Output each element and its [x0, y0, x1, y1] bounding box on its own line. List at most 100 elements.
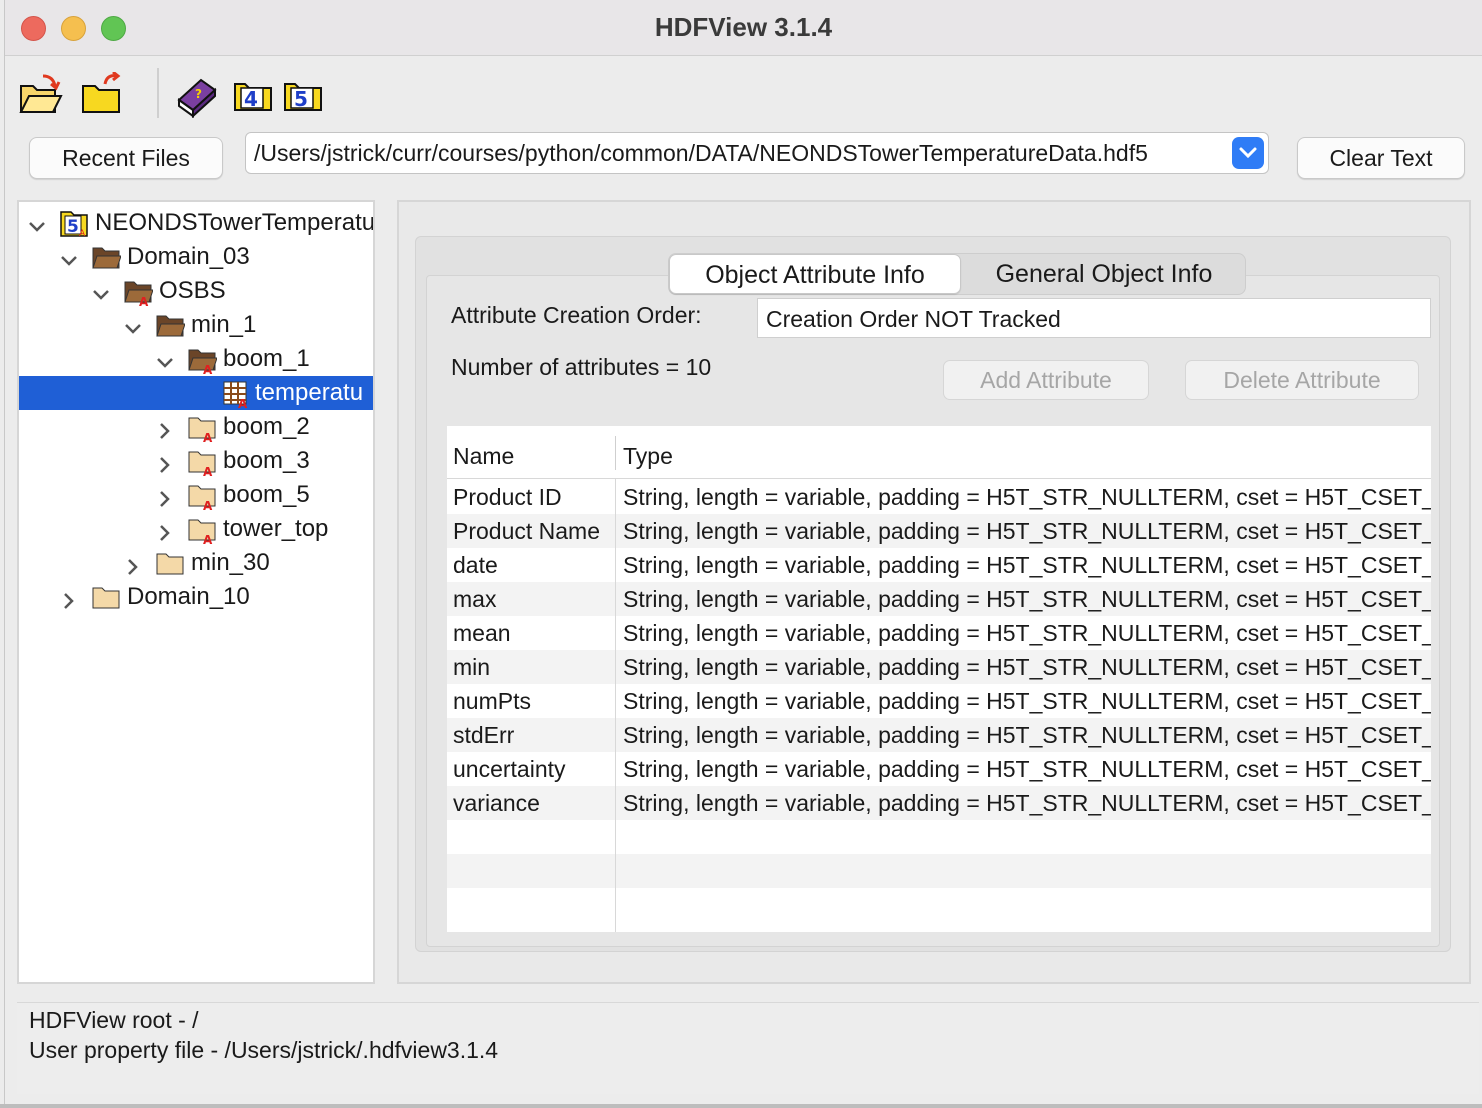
- attribute-table: Name Type Product ID String, length = var…: [447, 426, 1431, 932]
- tree-node-label: min_1: [191, 311, 257, 338]
- clear-text-button[interactable]: Clear Text: [1297, 137, 1465, 179]
- status-line: User property file - /Users/jstrick/.hdf…: [29, 1037, 499, 1063]
- svg-text:A: A: [238, 397, 248, 408]
- empty-row: [447, 854, 1431, 888]
- attribute-count-label: Number of attributes = 10: [451, 354, 712, 380]
- table-row[interactable]: numPts String, length = variable, padding…: [447, 684, 1431, 718]
- hdf5-library-version-icon[interactable]: 5: [281, 72, 327, 118]
- hdfview-window: HDFView 3.1.4 ? 4 5 Recent Files /Users/…: [4, 0, 1482, 1104]
- chevron-right-icon[interactable]: [59, 587, 79, 609]
- toolbar: ? 4 5: [17, 68, 417, 120]
- attribute-type: String, length = variable, padding = H5T…: [623, 688, 1431, 714]
- folder-icon: [91, 584, 121, 610]
- tree-node-boom-5[interactable]: A boom_5: [19, 478, 373, 513]
- table-row[interactable]: variance String, length = variable, paddi…: [447, 786, 1431, 820]
- creation-order-label: Attribute Creation Order:: [451, 302, 702, 328]
- recent-files-button[interactable]: Recent Files: [29, 137, 223, 179]
- svg-text:A: A: [203, 363, 213, 374]
- chevron-down-icon[interactable]: [123, 315, 143, 335]
- tab-container: Attribute Creation Order: Creation Order…: [415, 236, 1451, 952]
- chevron-down-icon[interactable]: [91, 281, 111, 301]
- header-divider: [447, 478, 1431, 479]
- folder-icon: [155, 550, 185, 576]
- tree-node-boom-3[interactable]: A boom_3: [19, 444, 373, 479]
- table-row[interactable]: stdErr String, length = variable, padding…: [447, 718, 1431, 752]
- close-file-icon[interactable]: [79, 70, 125, 118]
- chevron-right-icon[interactable]: [155, 519, 175, 541]
- tree-node-label: boom_3: [223, 447, 310, 474]
- tree-node-boom-1[interactable]: A boom_1: [19, 342, 373, 377]
- folder-attr-icon: A: [187, 414, 217, 445]
- tree-node-domain-03[interactable]: Domain_03: [19, 240, 373, 274]
- object-info-panel: Attribute Creation Order: Creation Order…: [397, 200, 1471, 984]
- tree-node-min-1[interactable]: min_1: [19, 308, 373, 342]
- svg-text:5: 5: [67, 217, 79, 237]
- attribute-name: Product ID: [453, 484, 562, 510]
- svg-text:4: 4: [244, 87, 258, 111]
- chevron-right-icon[interactable]: [155, 485, 175, 507]
- column-header-type[interactable]: Type: [617, 426, 673, 478]
- tree-node-domain-10[interactable]: Domain_10: [19, 580, 373, 614]
- open-file-icon[interactable]: [17, 72, 63, 118]
- toolbar-separator: [157, 68, 159, 118]
- tree-node-boom-2[interactable]: A boom_2: [19, 410, 373, 445]
- chevron-right-icon[interactable]: [123, 553, 143, 575]
- svg-text:?: ?: [195, 87, 202, 101]
- tree-node-label: Domain_10: [127, 583, 250, 610]
- tab-general-object-info[interactable]: General Object Info: [961, 254, 1247, 294]
- svg-text:A: A: [203, 465, 213, 476]
- column-header-name[interactable]: Name: [447, 426, 615, 478]
- folder-open-attr-icon: A: [187, 346, 218, 377]
- dataset-table-icon: A: [221, 380, 251, 411]
- tree-node-temperature-selected[interactable]: A temperatu: [19, 376, 373, 411]
- status-line: HDFView root - /: [29, 1007, 199, 1033]
- column-divider: [615, 479, 616, 932]
- creation-order-field: Creation Order NOT Tracked: [757, 298, 1431, 338]
- attribute-name: mean: [453, 620, 511, 646]
- tab-bar: Object Attribute Info General Object Inf…: [668, 253, 1246, 295]
- chevron-down-icon[interactable]: [59, 247, 79, 267]
- chevron-right-icon[interactable]: [155, 451, 175, 473]
- add-attribute-button[interactable]: Add Attribute: [943, 360, 1149, 400]
- table-row[interactable]: max String, length = variable, padding = …: [447, 582, 1431, 616]
- tree-node-label: boom_5: [223, 481, 310, 508]
- table-row[interactable]: Product Name String, length = variable, p…: [447, 514, 1431, 548]
- svg-text:A: A: [203, 499, 213, 510]
- file-path-combo[interactable]: /Users/jstrick/curr/courses/python/commo…: [245, 132, 1269, 174]
- table-row[interactable]: Product ID String, length = variable, pad…: [447, 480, 1431, 514]
- attribute-name: stdErr: [453, 722, 515, 748]
- user-guide-icon[interactable]: ?: [173, 72, 219, 119]
- tree-node-label: min_30: [191, 549, 270, 576]
- table-row[interactable]: mean String, length = variable, padding =…: [447, 616, 1431, 650]
- folder-open-icon: [91, 244, 122, 270]
- chevron-right-icon[interactable]: [155, 417, 175, 439]
- attribute-name: numPts: [453, 688, 531, 714]
- attribute-name: date: [453, 552, 498, 578]
- attribute-name: uncertainty: [453, 756, 566, 782]
- table-row[interactable]: uncertainty String, length = variable, pa…: [447, 752, 1431, 786]
- hdf4-library-version-icon[interactable]: 4: [231, 72, 277, 118]
- attribute-name: min: [453, 654, 491, 680]
- svg-text:A: A: [203, 431, 213, 442]
- tree-node-label: tower_top: [223, 515, 329, 542]
- attribute-type: String, length = variable, padding = H5T…: [623, 756, 1431, 782]
- chevron-down-icon[interactable]: [27, 213, 47, 233]
- delete-attribute-button[interactable]: Delete Attribute: [1185, 360, 1419, 400]
- attribute-name: Product Name: [453, 518, 601, 544]
- tree-node-label: Domain_03: [127, 243, 250, 270]
- chevron-down-icon[interactable]: [155, 349, 175, 369]
- table-row[interactable]: min String, length = variable, padding = …: [447, 650, 1431, 684]
- folder-attr-icon: A: [187, 482, 217, 513]
- tree-node-min-30[interactable]: min_30: [19, 546, 373, 580]
- tree-node-label: boom_1: [223, 345, 310, 372]
- tree-node-root[interactable]: 5A NEONDSTowerTemperatu: [19, 206, 373, 240]
- svg-text:5: 5: [294, 87, 308, 111]
- empty-row: [447, 888, 1431, 922]
- table-row[interactable]: date String, length = variable, padding =…: [447, 548, 1431, 582]
- tree-node-osbs[interactable]: A OSBS: [19, 274, 373, 309]
- attribute-type: String, length = variable, padding = H5T…: [623, 518, 1431, 544]
- folder-open-icon: [155, 312, 186, 338]
- tab-object-attribute-info[interactable]: Object Attribute Info: [669, 254, 961, 294]
- chevron-down-icon[interactable]: [1232, 137, 1264, 169]
- tree-node-tower-top[interactable]: A tower_top: [19, 512, 373, 547]
